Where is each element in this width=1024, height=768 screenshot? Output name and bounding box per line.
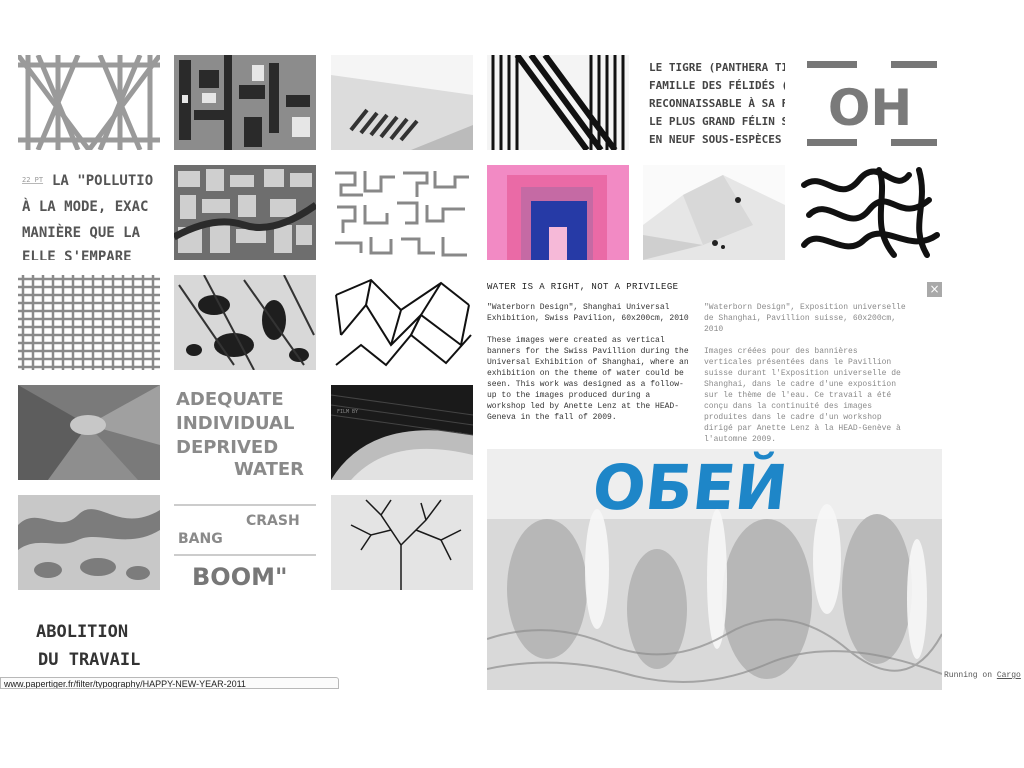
- abolition-line-2: DU TRAVAIL: [38, 650, 140, 670]
- caption-english: "Waterborn Design", Shanghai Universal E…: [487, 303, 689, 323]
- project-thumb-folded-paper[interactable]: [643, 165, 785, 260]
- project-thumb-pollution-text[interactable]: 22 PT LA "POLLUTIO À LA MODE, EXAC MANIÈ…: [18, 165, 160, 260]
- oh-letters: OH: [828, 79, 912, 137]
- tiger-line-4: LE PLUS GRAND FÉLIN SAU: [649, 115, 785, 128]
- project-thumb-black-stripes[interactable]: [487, 55, 629, 150]
- water-word-1: WATER: [234, 459, 304, 480]
- water-word-3: ADEQUATE: [176, 389, 284, 410]
- project-thumb-water-words[interactable]: ADEQUATE INDIVIDUAL DEPRIVED WATER: [174, 385, 316, 480]
- cargo-link[interactable]: Cargo: [997, 671, 1021, 680]
- status-url: www.papertiger.fr/filter/typography/HAPP…: [4, 679, 246, 689]
- film-credit: FILM BY: [337, 409, 358, 415]
- pollution-label: 22 PT: [22, 176, 44, 184]
- project-title: WATER IS A RIGHT, NOT A PRIVILEGE: [487, 282, 679, 292]
- water-word-4: DEPRIVED: [176, 437, 278, 458]
- abolition-line-1: ABOLITION: [36, 622, 128, 642]
- description-english: "Waterborn Design", Shanghai Universal E…: [487, 302, 692, 434]
- project-thumb-city-map[interactable]: [174, 165, 316, 260]
- project-thumb-lattice[interactable]: [18, 55, 160, 150]
- project-thumb-ink-brush[interactable]: [799, 165, 941, 260]
- pollution-line-2: À LA MODE, EXAC: [22, 198, 148, 215]
- project-thumb-ink-splash[interactable]: [174, 275, 316, 370]
- browser-status-bar: www.papertiger.fr/filter/typography/HAPP…: [0, 677, 339, 689]
- project-thumb-grid-pattern[interactable]: [18, 275, 160, 370]
- project-thumb-striped-ribbon[interactable]: [331, 55, 473, 150]
- project-thumb-river-shapes[interactable]: [18, 495, 160, 590]
- sfx-boom: BOOM": [192, 563, 287, 590]
- tiger-line-1: LE TIGRE (PANTHERA TIGRI: [649, 61, 785, 74]
- water-word-2: INDIVIDUAL: [176, 413, 294, 434]
- description-french: "Waterborn Design", Exposition universel…: [704, 302, 909, 456]
- close-button[interactable]: ×: [927, 282, 942, 297]
- project-thumb-bang-crash[interactable]: BANG CRASH BOOM": [174, 495, 316, 590]
- project-thumb-tiger-text[interactable]: LE TIGRE (PANTHERA TIGRI FAMILLE DES FÉL…: [643, 55, 785, 150]
- project-main-image: ОБЕЙ: [487, 449, 942, 690]
- body-english: These images were created as vertical ba…: [487, 336, 689, 422]
- project-thumb-dark-fabric[interactable]: FILM BY: [331, 385, 473, 480]
- project-thumb-oh-logo[interactable]: OH: [799, 55, 941, 150]
- project-detail-panel: WATER IS A RIGHT, NOT A PRIVILEGE × "Wat…: [487, 278, 942, 690]
- tiger-line-3: RECONNAISSABLE À SA FOU: [649, 97, 785, 110]
- running-on-text: Running on: [944, 671, 993, 680]
- pollution-line-4: ELLE S'EMPARE: [22, 249, 132, 260]
- running-on-cargo: Running on Cargo: [944, 671, 1021, 680]
- project-thumb-gray-smoke[interactable]: [18, 385, 160, 480]
- sfx-crash: CRASH: [246, 513, 300, 529]
- close-icon: ×: [929, 282, 940, 296]
- caption-french: "Waterborn Design", Exposition universel…: [704, 303, 906, 334]
- project-thumb-type-collage[interactable]: [174, 55, 316, 150]
- project-thumb-glyph-maze[interactable]: [331, 165, 473, 260]
- project-thumb-branches[interactable]: [331, 495, 473, 590]
- body-french: Images créées pour des bannières vertica…: [704, 347, 901, 444]
- pollution-line-1: LA "POLLUTIO: [52, 173, 153, 189]
- image-blue-lettering: ОБЕЙ: [589, 451, 791, 524]
- project-thumb-line-network[interactable]: [331, 275, 473, 370]
- tiger-line-5: EN NEUF SOUS-ESPÈCES F: [649, 133, 785, 146]
- pollution-line-3: MANIÈRE QUE LA: [22, 224, 141, 241]
- tiger-line-2: FAMILLE DES FÉLIDÉS (FE: [649, 79, 785, 92]
- sfx-bang: BANG: [178, 531, 223, 547]
- project-thumb-pink-screenprint[interactable]: [487, 165, 629, 260]
